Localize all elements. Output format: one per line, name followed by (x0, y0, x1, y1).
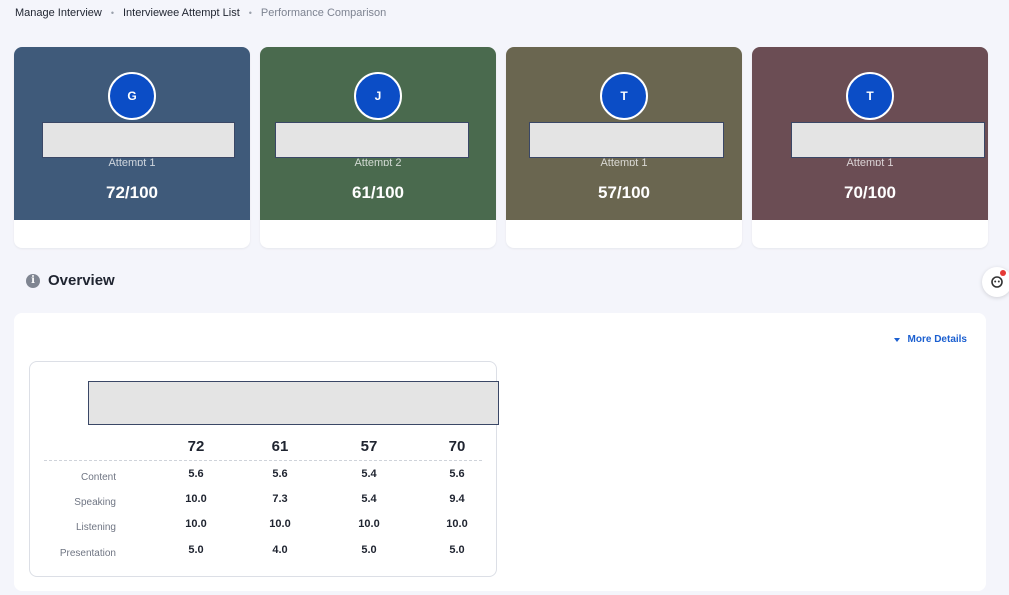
attempt-score: 57/100 (598, 183, 650, 202)
row-value: 5.4 (361, 468, 377, 480)
row-label: Content (80, 472, 116, 483)
overview-title: Overview (48, 272, 115, 289)
attempt-card[interactable]: G Attempt 1 72/100 (14, 47, 250, 248)
table-row: Content 5.6 5.6 5.4 5.6 (30, 468, 496, 484)
attempt-card[interactable]: T Attempt 1 57/100 (506, 47, 742, 248)
row-value: 10.0 (185, 518, 207, 530)
total-score: 57 (360, 438, 378, 455)
breadcrumb-performance-comparison: Performance Comparison (260, 7, 387, 19)
attempt-card[interactable]: J Attempt 2 61/100 (260, 47, 496, 248)
row-value: 5.6 (449, 468, 465, 480)
row-value: 10.0 (269, 518, 291, 530)
overview-heading: i Overview (26, 272, 115, 289)
avatar: T (600, 72, 648, 120)
avatar: J (354, 72, 402, 120)
table-row: Listening 10.0 10.0 10.0 10.0 (30, 518, 496, 534)
row-value: 5.6 (188, 468, 204, 480)
attempt-cards: G Attempt 1 72/100 J Attempt 2 61/100 T … (14, 47, 988, 248)
redacted-name (42, 122, 235, 158)
more-details-label: More Details (907, 334, 967, 345)
avatar: T (846, 72, 894, 120)
redacted-name (791, 122, 985, 158)
breadcrumb-separator: • (248, 8, 252, 18)
breadcrumb-manage-interview[interactable]: Manage Interview (15, 7, 102, 19)
attempt-card[interactable]: T Attempt 1 70/100 (752, 47, 988, 248)
row-value: 5.0 (361, 544, 377, 556)
breadcrumb-separator: • (110, 8, 114, 18)
redacted-name (529, 122, 724, 158)
row-value: 5.4 (361, 493, 377, 505)
row-label: Listening (75, 522, 116, 533)
info-icon[interactable]: i (26, 273, 40, 288)
redacted-names-header (88, 381, 499, 425)
row-value: 5.0 (449, 544, 465, 556)
table-row: Presentation 5.0 4.0 5.0 5.0 (30, 544, 496, 560)
caret-down-icon (893, 337, 900, 342)
avatar: G (108, 72, 156, 120)
row-value: 4.0 (272, 544, 288, 556)
notification-dot (1000, 270, 1006, 276)
row-value: 5.6 (272, 468, 288, 480)
table-row: Speaking 10.0 7.3 5.4 9.4 (30, 493, 496, 509)
more-details-button[interactable]: More Details (893, 334, 967, 345)
redacted-name (275, 122, 469, 158)
row-label: Speaking (74, 497, 116, 508)
row-value: 9.4 (449, 493, 465, 505)
row-label: Presentation (59, 548, 116, 559)
assistant-icon (991, 276, 1003, 288)
attempt-score: 61/100 (352, 183, 404, 202)
attempt-score: 72/100 (106, 183, 158, 202)
table-divider (44, 460, 482, 461)
row-value: 10.0 (446, 518, 468, 530)
breadcrumb: Manage Interview • Interviewee Attempt L… (15, 7, 386, 19)
breadcrumb-attempt-list[interactable]: Interviewee Attempt List (123, 7, 240, 19)
total-score: 61 (271, 438, 289, 455)
total-score: 72 (187, 438, 205, 455)
row-value: 5.0 (188, 544, 204, 556)
row-value: 10.0 (185, 493, 207, 505)
row-value: 7.3 (272, 493, 288, 505)
total-score: 70 (448, 438, 466, 455)
performance-comparison-page: Manage Interview • Interviewee Attempt L… (0, 0, 1009, 595)
attempt-score: 70/100 (844, 183, 896, 202)
row-value: 10.0 (358, 518, 380, 530)
overview-panel: More Details 72 61 57 70 Content 5.6 5.6… (14, 313, 986, 591)
